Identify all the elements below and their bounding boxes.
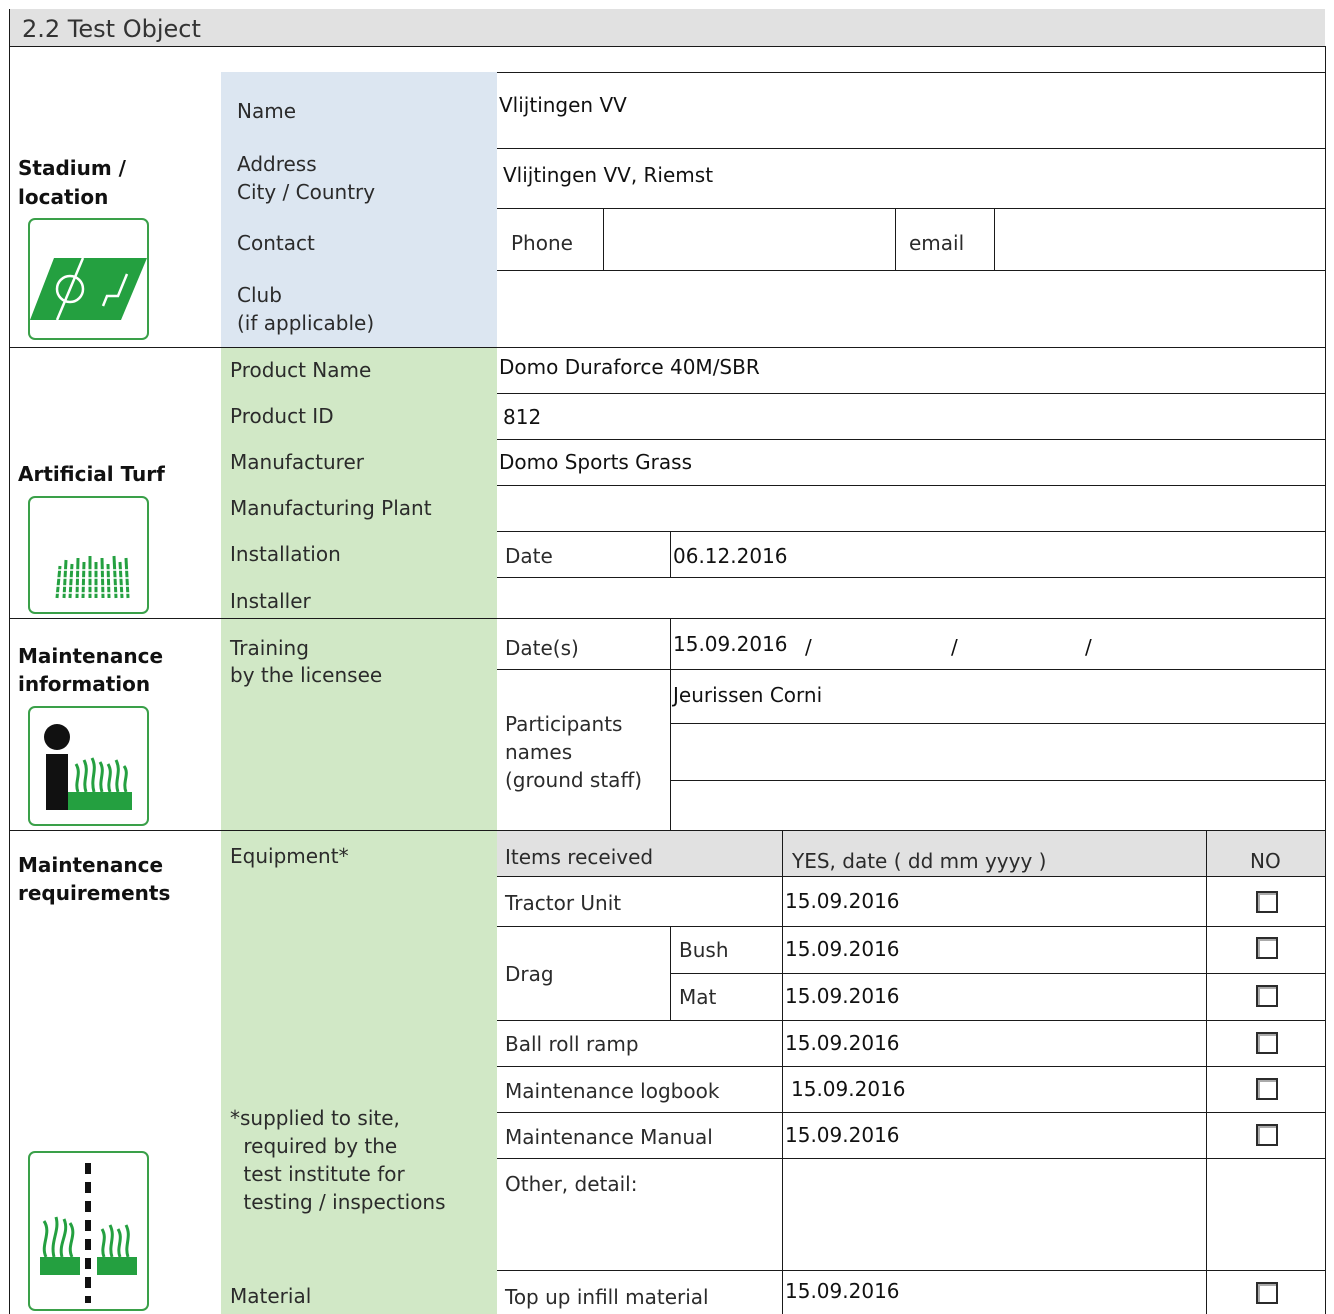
footnote-line2: required by the bbox=[237, 1134, 398, 1158]
club-label-line2: (if applicable) bbox=[237, 311, 375, 335]
maint-info-heading-line2: information bbox=[18, 672, 151, 696]
col-yes-date: YES, date ( dd mm yyyy ) bbox=[792, 849, 1047, 873]
turf-label-bg bbox=[221, 348, 497, 618]
section-title: 2.2 Test Object bbox=[22, 15, 201, 43]
info-grass-icon bbox=[28, 706, 149, 826]
bush-no-checkbox[interactable] bbox=[1256, 937, 1278, 959]
installation-date-value: 06.12.2016 bbox=[673, 544, 788, 568]
infill-label: Top up infill material bbox=[505, 1285, 709, 1309]
product-id-value: 812 bbox=[503, 405, 542, 429]
material-label: Material bbox=[230, 1284, 312, 1308]
club-label-line1: Club bbox=[237, 283, 282, 307]
maint-req-label-bg bbox=[221, 831, 497, 1314]
other-label: Other, detail: bbox=[505, 1172, 638, 1196]
footnote-line3: test institute for bbox=[237, 1162, 405, 1186]
section-header bbox=[9, 9, 1325, 46]
product-id-label: Product ID bbox=[230, 404, 334, 428]
manufacturer-label: Manufacturer bbox=[230, 450, 364, 474]
tractor-no-checkbox[interactable] bbox=[1256, 891, 1278, 913]
turf-heading: Artificial Turf bbox=[18, 462, 165, 486]
grass-comparison-icon bbox=[28, 1151, 149, 1311]
bush-label: Bush bbox=[679, 938, 729, 962]
participant-name-1: Jeurissen Corni bbox=[673, 683, 823, 707]
col-items-received: Items received bbox=[505, 845, 654, 869]
tractor-date: 15.09.2016 bbox=[785, 889, 900, 913]
ramp-no-checkbox[interactable] bbox=[1256, 1032, 1278, 1054]
training-date-1: 15.09.2016 bbox=[673, 632, 788, 656]
name-value: Vlijtingen VV bbox=[499, 93, 627, 117]
address-label-line1: Address bbox=[237, 152, 317, 176]
footnote-line1: *supplied to site, bbox=[230, 1106, 400, 1130]
contact-label: Contact bbox=[237, 231, 315, 255]
name-label: Name bbox=[237, 99, 297, 123]
grass-turf-icon bbox=[28, 496, 149, 614]
installer-label: Installer bbox=[230, 589, 311, 613]
maint-req-heading-line1: Maintenance bbox=[18, 853, 164, 877]
product-name-value: Domo Duraforce 40M/SBR bbox=[499, 355, 760, 379]
manual-no-checkbox[interactable] bbox=[1256, 1124, 1278, 1146]
participants-label-line2: names bbox=[505, 740, 573, 764]
col-no: NO bbox=[1250, 849, 1281, 873]
mat-label: Mat bbox=[679, 985, 717, 1009]
address-label-line2: City / Country bbox=[237, 180, 376, 204]
drag-label: Drag bbox=[505, 962, 554, 986]
training-label-line2: by the licensee bbox=[230, 663, 383, 687]
stadium-heading-line1: Stadium / bbox=[18, 156, 126, 180]
participants-label-line1: Participants bbox=[505, 712, 623, 736]
address-value: Vlijtingen VV, Riemst bbox=[503, 163, 714, 187]
ramp-label: Ball roll ramp bbox=[505, 1032, 639, 1056]
dates-label: Date(s) bbox=[505, 636, 579, 660]
training-label-line1: Training bbox=[230, 636, 309, 660]
logbook-no-checkbox[interactable] bbox=[1256, 1078, 1278, 1100]
ramp-date: 15.09.2016 bbox=[785, 1031, 900, 1055]
mat-date: 15.09.2016 bbox=[785, 984, 900, 1008]
infill-no-checkbox[interactable] bbox=[1256, 1282, 1278, 1304]
infill-date: 15.09.2016 bbox=[785, 1279, 900, 1303]
bush-date: 15.09.2016 bbox=[785, 937, 900, 961]
plant-label: Manufacturing Plant bbox=[230, 496, 432, 520]
email-label: email bbox=[909, 231, 965, 255]
footnote-line4: testing / inspections bbox=[237, 1190, 446, 1214]
mat-no-checkbox[interactable] bbox=[1256, 985, 1278, 1007]
installation-label: Installation bbox=[230, 542, 341, 566]
logbook-date: 15.09.2016 bbox=[791, 1077, 906, 1101]
installation-date-label: Date bbox=[505, 544, 553, 568]
manual-label: Maintenance Manual bbox=[505, 1125, 713, 1149]
manual-date: 15.09.2016 bbox=[785, 1123, 900, 1147]
date-separator-1: / bbox=[805, 635, 812, 659]
equipment-label: Equipment* bbox=[230, 844, 349, 868]
phone-label: Phone bbox=[511, 231, 573, 255]
date-separator-3: / bbox=[1085, 635, 1092, 659]
maint-info-heading-line1: Maintenance bbox=[18, 644, 164, 668]
participants-label-line3: (ground staff) bbox=[505, 768, 643, 792]
stadium-heading-line2: location bbox=[18, 185, 109, 209]
product-name-label: Product Name bbox=[230, 358, 372, 382]
date-separator-2: / bbox=[951, 635, 958, 659]
manufacturer-value: Domo Sports Grass bbox=[499, 450, 692, 474]
maint-req-heading-line2: requirements bbox=[18, 881, 171, 905]
football-pitch-icon bbox=[28, 218, 149, 340]
logbook-label: Maintenance logbook bbox=[505, 1079, 720, 1103]
tractor-label: Tractor Unit bbox=[505, 891, 622, 915]
